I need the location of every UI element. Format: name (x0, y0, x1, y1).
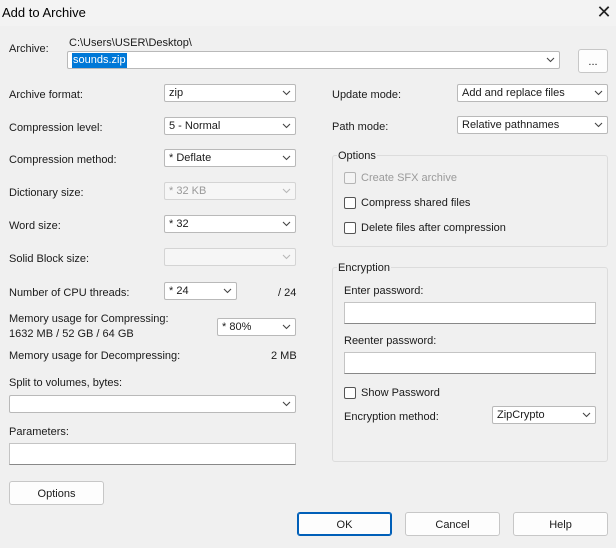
cpu-threads-select[interactable]: * 24 (164, 282, 237, 300)
compression-level-label: Compression level: (9, 122, 103, 134)
compress-shared-checkbox[interactable] (344, 197, 356, 209)
dictionary-size-value: * 32 KB (169, 185, 207, 197)
compression-level-select[interactable]: 5 - Normal (164, 117, 296, 135)
chevron-down-icon[interactable] (581, 408, 592, 422)
memory-compressing-label: Memory usage for Compressing: (9, 313, 169, 325)
parameters-input[interactable] (9, 443, 296, 465)
chevron-down-icon (281, 184, 292, 198)
chevron-down-icon[interactable] (593, 86, 604, 100)
split-volumes-label: Split to volumes, bytes: (9, 377, 123, 389)
options-button[interactable]: Options (9, 481, 104, 505)
show-password-label[interactable]: Show Password (361, 387, 440, 399)
solid-block-size-select (164, 248, 296, 266)
chevron-down-icon[interactable] (545, 53, 556, 67)
archive-format-value: zip (169, 87, 184, 99)
reenter-password-input[interactable] (344, 352, 596, 374)
memory-compressing-detail: 1632 MB / 52 GB / 64 GB (9, 328, 134, 340)
window-title: Add to Archive (2, 5, 86, 20)
help-button[interactable]: Help (513, 512, 608, 536)
split-volumes-combo[interactable] (9, 395, 296, 413)
ok-button[interactable]: OK (297, 512, 392, 536)
update-mode-label: Update mode: (332, 89, 402, 101)
cpu-threads-label: Number of CPU threads: (9, 287, 130, 299)
archive-format-select[interactable]: zip (164, 84, 296, 102)
compression-method-select[interactable]: * Deflate (164, 149, 296, 167)
chevron-down-icon[interactable] (281, 151, 292, 165)
compression-method-value: * Deflate (169, 152, 212, 164)
close-icon[interactable]: ✕ (594, 2, 614, 22)
path-mode-label: Path mode: (332, 121, 389, 133)
archive-format-label: Archive format: (9, 89, 83, 101)
memory-compressing-value: * 80% (222, 321, 252, 333)
chevron-down-icon[interactable] (593, 118, 604, 132)
encryption-method-value: ZipCrypto (497, 409, 545, 421)
memory-decompressing-value: 2 MB (271, 350, 297, 362)
enter-password-label: Enter password: (344, 285, 424, 297)
archive-label: Archive: (9, 43, 49, 55)
encryption-method-label: Encryption method: (344, 411, 439, 423)
cpu-threads-total: / 24 (278, 287, 297, 299)
chevron-down-icon[interactable] (222, 284, 233, 298)
encryption-group-title: Encryption (337, 262, 391, 274)
compression-method-label: Compression method: (9, 154, 117, 166)
word-size-select[interactable]: * 32 (164, 215, 296, 233)
chevron-down-icon[interactable] (281, 320, 292, 334)
solid-block-size-label: Solid Block size: (9, 253, 90, 265)
delete-after-checkbox[interactable] (344, 222, 356, 234)
chevron-down-icon[interactable] (281, 397, 292, 411)
enter-password-input[interactable] (344, 302, 596, 324)
create-sfx-checkbox (344, 172, 356, 184)
cpu-threads-value: * 24 (169, 285, 189, 297)
compression-level-value: 5 - Normal (169, 120, 221, 132)
show-password-checkbox[interactable] (344, 387, 356, 399)
reenter-password-label: Reenter password: (344, 335, 437, 347)
archive-filename[interactable]: sounds.zip (72, 53, 127, 68)
path-mode-select[interactable]: Relative pathnames (457, 116, 608, 134)
memory-decompressing-label: Memory usage for Decompressing: (9, 350, 181, 362)
memory-compressing-select[interactable]: * 80% (217, 318, 296, 336)
chevron-down-icon[interactable] (281, 119, 292, 133)
chevron-down-icon[interactable] (281, 217, 292, 231)
update-mode-select[interactable]: Add and replace files (457, 84, 608, 102)
word-size-label: Word size: (9, 220, 61, 232)
parameters-label: Parameters: (9, 426, 69, 438)
chevron-down-icon[interactable] (281, 86, 292, 100)
delete-after-label[interactable]: Delete files after compression (361, 222, 506, 234)
dictionary-size-select: * 32 KB (164, 182, 296, 200)
path-mode-value: Relative pathnames (462, 119, 560, 131)
archive-filename-combo[interactable]: sounds.zip (67, 51, 560, 69)
update-mode-value: Add and replace files (462, 87, 565, 99)
chevron-down-icon (281, 250, 292, 264)
title-bar (0, 0, 616, 26)
browse-button[interactable]: ... (578, 49, 608, 73)
archive-path: C:\Users\USER\Desktop\ (69, 37, 192, 49)
create-sfx-label: Create SFX archive (361, 172, 457, 184)
compress-shared-label[interactable]: Compress shared files (361, 197, 470, 209)
dictionary-size-label: Dictionary size: (9, 187, 84, 199)
encryption-method-select[interactable]: ZipCrypto (492, 406, 596, 424)
options-group-title: Options (337, 150, 377, 162)
cancel-button[interactable]: Cancel (405, 512, 500, 536)
word-size-value: * 32 (169, 218, 189, 230)
